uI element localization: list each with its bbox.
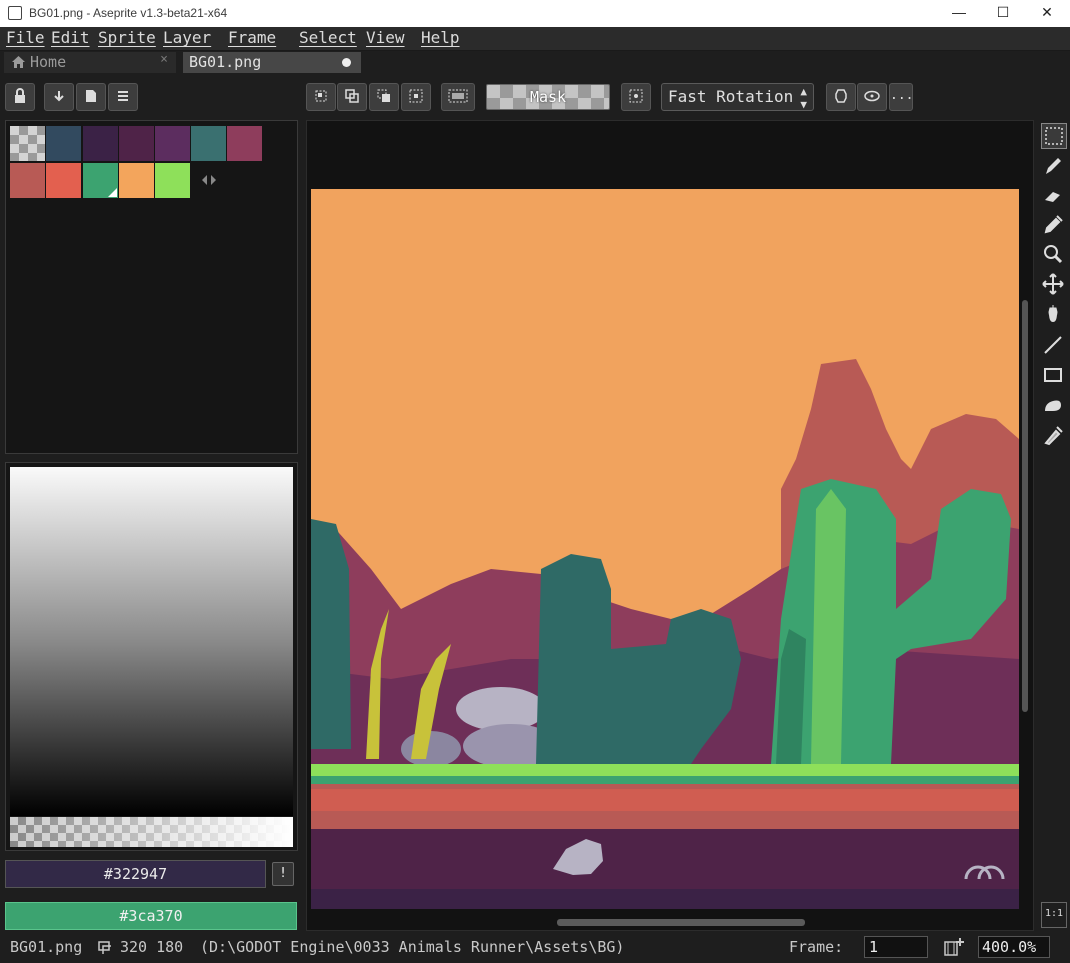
- transparent-color-icon[interactable]: [441, 83, 475, 111]
- palette-swatch[interactable]: [227, 126, 262, 161]
- contour-icon[interactable]: [1041, 393, 1067, 419]
- palette-swatch[interactable]: [119, 126, 154, 161]
- menu-frame[interactable]: Frame: [228, 28, 276, 47]
- home-icon: [12, 56, 25, 68]
- tab-bg01-label: BG01.png: [189, 53, 262, 71]
- tab-home[interactable]: Home ×: [4, 52, 176, 73]
- select-arrows-icon: ▲ ▼: [800, 85, 807, 111]
- selection-intersect-icon[interactable]: [401, 83, 431, 111]
- maximize-button[interactable]: ☐: [980, 0, 1026, 27]
- palette-panel: [5, 120, 298, 454]
- eraser-icon[interactable]: [1041, 183, 1067, 209]
- tool-column: 1:1: [1038, 120, 1070, 931]
- color-picker: [5, 462, 298, 851]
- palette-swatch-transparent[interactable]: [10, 126, 45, 161]
- lock-icon[interactable]: [5, 83, 35, 111]
- alpha-slider[interactable]: [10, 817, 293, 847]
- warning-icon[interactable]: !: [272, 862, 294, 886]
- eyedropper-icon[interactable]: [1041, 212, 1067, 238]
- palette-swatch[interactable]: [155, 163, 190, 198]
- status-sprite-size: 320 180: [120, 938, 184, 956]
- frame-label: Frame:: [789, 938, 844, 956]
- palette-swatch[interactable]: [155, 126, 190, 161]
- horizontal-scrollbar[interactable]: [557, 919, 805, 926]
- aseprite-app-icon: [8, 6, 22, 20]
- rectangle-icon[interactable]: [1041, 363, 1067, 389]
- eye-shape-icon[interactable]: [857, 83, 887, 111]
- minimize-button[interactable]: —: [936, 0, 982, 27]
- menu-select[interactable]: Select: [299, 28, 357, 47]
- close-window-button[interactable]: ✕: [1024, 0, 1070, 27]
- unsaved-indicator-icon[interactable]: [342, 58, 351, 67]
- menu-help[interactable]: Help: [421, 28, 460, 47]
- palette-swatch[interactable]: [46, 163, 81, 198]
- palette-swatch[interactable]: [119, 163, 154, 198]
- close-tab-icon[interactable]: ×: [160, 52, 168, 67]
- paint-bucket-icon[interactable]: [1041, 302, 1067, 328]
- foreground-color-button[interactable]: #322947: [5, 860, 266, 888]
- rectangular-marquee-icon[interactable]: [1041, 123, 1067, 149]
- menu-file[interactable]: File: [6, 28, 45, 47]
- selected-corner-icon: [108, 188, 117, 197]
- rotation-algorithm-select[interactable]: Fast Rotation ▲ ▼: [661, 83, 814, 111]
- title-bar: BG01.png - Aseprite v1.3-beta21-x64 — ☐ …: [0, 0, 1070, 27]
- tab-bg01[interactable]: BG01.png: [183, 52, 361, 73]
- background-color-button[interactable]: #3ca370: [5, 902, 297, 930]
- download-icon[interactable]: [44, 83, 74, 111]
- menu-bar: File Edit Sprite Layer Frame Select View…: [0, 27, 1070, 51]
- palette-swatch[interactable]: [46, 126, 81, 161]
- zoom-input[interactable]: 400.0%: [978, 936, 1050, 958]
- more-options-button[interactable]: ...: [889, 83, 913, 111]
- tab-home-label: Home: [30, 53, 67, 71]
- move-icon[interactable]: [1041, 272, 1067, 298]
- selection-add-icon[interactable]: [337, 83, 367, 111]
- canvas-size-icon: [98, 941, 111, 954]
- frame-input[interactable]: 1: [864, 936, 928, 958]
- status-file-path: (D:\GODOT Engine\0033 Animals Runner\Ass…: [200, 938, 625, 956]
- zoom-1-to-1-button[interactable]: 1:1: [1041, 902, 1067, 928]
- zoom-icon[interactable]: [1041, 242, 1067, 268]
- window-title: BG01.png - Aseprite v1.3-beta21-x64: [29, 6, 228, 20]
- menu-sprite[interactable]: Sprite: [98, 28, 156, 47]
- selection-replace-icon[interactable]: [306, 83, 336, 111]
- palette-swatch[interactable]: [83, 126, 118, 161]
- palette-swatch-selected[interactable]: [83, 163, 118, 198]
- document-tabs: Home × BG01.png: [0, 51, 1070, 73]
- status-filename: BG01.png: [10, 938, 83, 956]
- vertical-scrollbar[interactable]: [1022, 300, 1028, 712]
- menu-layer[interactable]: Layer: [163, 28, 211, 47]
- menu-view[interactable]: View: [366, 28, 405, 47]
- palette-swatch[interactable]: [10, 163, 45, 198]
- new-file-icon[interactable]: [76, 83, 106, 111]
- new-frame-icon[interactable]: [943, 937, 965, 957]
- line-icon[interactable]: [1041, 333, 1067, 359]
- selection-subtract-icon[interactable]: [369, 83, 399, 111]
- rotation-algorithm-value: Fast Rotation: [668, 87, 794, 106]
- pencil-icon[interactable]: [1041, 154, 1067, 180]
- palette-resize-icon[interactable]: [201, 174, 217, 186]
- pivot-icon[interactable]: [621, 83, 651, 111]
- sprite-canvas[interactable]: [311, 189, 1019, 909]
- blur-icon[interactable]: [1041, 423, 1067, 449]
- mask-shape-icon[interactable]: [826, 83, 856, 111]
- menu-list-icon[interactable]: [108, 83, 138, 111]
- palette-swatch[interactable]: [191, 126, 226, 161]
- menu-edit[interactable]: Edit: [51, 28, 90, 47]
- mask-color-button[interactable]: Mask: [486, 84, 610, 110]
- saturation-value-field[interactable]: [10, 467, 293, 816]
- sprite-editor[interactable]: [306, 120, 1034, 931]
